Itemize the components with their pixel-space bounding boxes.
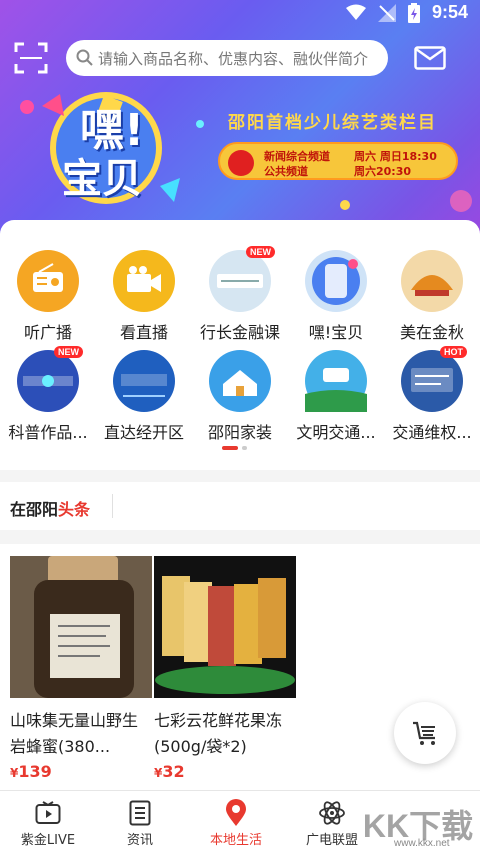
hey-baby-icon: [305, 250, 367, 312]
status-bar: 9:54: [0, 0, 480, 28]
no-signal-icon: [377, 3, 396, 22]
nav-label: 紫金LIVE: [20, 833, 76, 848]
schedule-time: 周六 周日18:30: [354, 150, 437, 163]
headline-title: 在邵阳头条: [10, 496, 90, 520]
category-live-video[interactable]: 看直播: [96, 250, 192, 343]
cart-icon: [413, 721, 435, 745]
product-price: ¥32: [154, 762, 296, 781]
decor-dot: [20, 100, 34, 114]
decor-dot: [450, 190, 472, 212]
product-card[interactable]: 七彩云花鲜花果冻(500g/袋*2) ¥32: [154, 556, 296, 781]
decor-dot: [340, 200, 350, 210]
message-icon[interactable]: [414, 46, 446, 70]
category-label: 嘿!宝贝: [308, 323, 364, 342]
headline-prefix: 在邵阳: [10, 500, 59, 519]
nav-label: 本地生活: [209, 833, 262, 848]
dev-zone-icon: [113, 350, 175, 412]
location-pin-icon: [226, 799, 246, 826]
hot-badge: HOT: [440, 346, 467, 358]
headline-strip[interactable]: 在邵阳头条: [0, 482, 480, 530]
golden-autumn-icon: [401, 250, 463, 312]
category-label: 看直播: [119, 323, 168, 342]
product-image-honey: [10, 556, 152, 698]
product-name: 七彩云花鲜花果冻(500g/袋*2): [154, 711, 283, 756]
nav-local-life[interactable]: 本地生活: [188, 799, 284, 848]
search-placeholder: 请输入商品名称、优惠内容、融伙伴简介: [98, 49, 369, 68]
category-label: 科普作品...: [8, 423, 88, 442]
category-label: 行长金融课: [199, 323, 280, 342]
video-camera-icon: [113, 250, 175, 312]
clock: 9:54: [431, 2, 468, 22]
banner-show-title: 邵阳首档少儿综艺类栏目: [228, 113, 437, 133]
pager-dot-active: [222, 446, 238, 450]
finance-course-icon: NEW: [209, 246, 275, 312]
headline-highlight: 头条: [58, 500, 91, 519]
civil-traffic-icon: [305, 350, 367, 412]
banner-art-bottom: 宝贝: [62, 156, 142, 202]
new-badge: NEW: [246, 246, 275, 258]
tv-play-icon: [35, 801, 61, 824]
schedule-time: 周六20:30: [354, 165, 412, 178]
search-icon: [76, 49, 93, 66]
banner-schedule: 新闻综合频道 周六 周日18:30 公共频道 周六20:30: [218, 142, 458, 180]
top-banner: 9:54 请输入商品名称、优惠内容、融伙伴简介 嘿! 宝贝 邵阳首档少儿综艺类栏…: [0, 0, 480, 240]
price-value: 139: [18, 762, 52, 781]
headline-divider: [112, 494, 113, 518]
nav-zijin-live[interactable]: 紫金LIVE: [0, 799, 96, 848]
atom-icon: [319, 801, 345, 825]
nav-label: 资讯: [126, 833, 153, 848]
scan-icon[interactable]: [14, 42, 48, 74]
carousel-pager[interactable]: [222, 446, 247, 450]
category-dev-zone[interactable]: 直达经开区: [96, 350, 192, 443]
search-input[interactable]: 请输入商品名称、优惠内容、融伙伴简介: [66, 40, 388, 76]
category-label: 美在金秋: [399, 323, 464, 342]
category-label: 文明交通...: [296, 423, 376, 442]
category-label: 直达经开区: [103, 423, 184, 442]
category-civil-traffic[interactable]: 文明交通...: [288, 350, 384, 443]
wifi-icon: [345, 4, 366, 20]
battery-charging-icon: [407, 2, 420, 23]
product-name: 山味集无量山野生岩蜂蜜(380...: [10, 711, 139, 756]
category-golden-autumn[interactable]: 美在金秋: [384, 250, 480, 343]
category-home-decor[interactable]: 邵阳家装: [192, 350, 288, 443]
channel-logo-icon: [228, 150, 254, 176]
product-image-jelly: [154, 556, 296, 698]
schedule-channel: 新闻综合频道: [264, 150, 330, 163]
nav-news[interactable]: 资讯: [92, 799, 188, 848]
category-panel: 听广播 看直播 NEW 行长金融课 嘿!宝贝 美在金秋 NEW 科普作品...: [0, 220, 480, 470]
category-radio[interactable]: 听广播: [0, 250, 96, 343]
banner-logo-art[interactable]: 嘿! 宝贝: [40, 86, 190, 206]
decor-dot: [196, 120, 204, 128]
product-price: ¥139: [10, 762, 152, 781]
category-science-works[interactable]: NEW 科普作品...: [0, 346, 96, 443]
home-decor-icon: [209, 350, 271, 412]
category-hey-baby[interactable]: 嘿!宝贝: [288, 250, 384, 343]
news-list-icon: [129, 800, 151, 826]
category-traffic-rights[interactable]: HOT 交通维权...: [384, 346, 480, 443]
cart-button[interactable]: [394, 702, 456, 764]
category-label: 邵阳家装: [207, 423, 272, 442]
new-badge: NEW: [54, 346, 83, 358]
watermark-url: www.kkx.net: [394, 838, 450, 849]
traffic-rights-icon: HOT: [401, 346, 467, 412]
pager-dot: [242, 446, 247, 450]
category-label: 交通维权...: [392, 423, 472, 442]
product-card[interactable]: 山味集无量山野生岩蜂蜜(380... ¥139: [10, 556, 152, 781]
schedule-channel: 公共频道: [264, 165, 308, 178]
category-label: 听广播: [23, 323, 72, 342]
price-value: 32: [162, 762, 185, 781]
radio-icon: [17, 250, 79, 312]
category-finance-course[interactable]: NEW 行长金融课: [192, 246, 288, 343]
science-works-icon: NEW: [17, 346, 83, 412]
